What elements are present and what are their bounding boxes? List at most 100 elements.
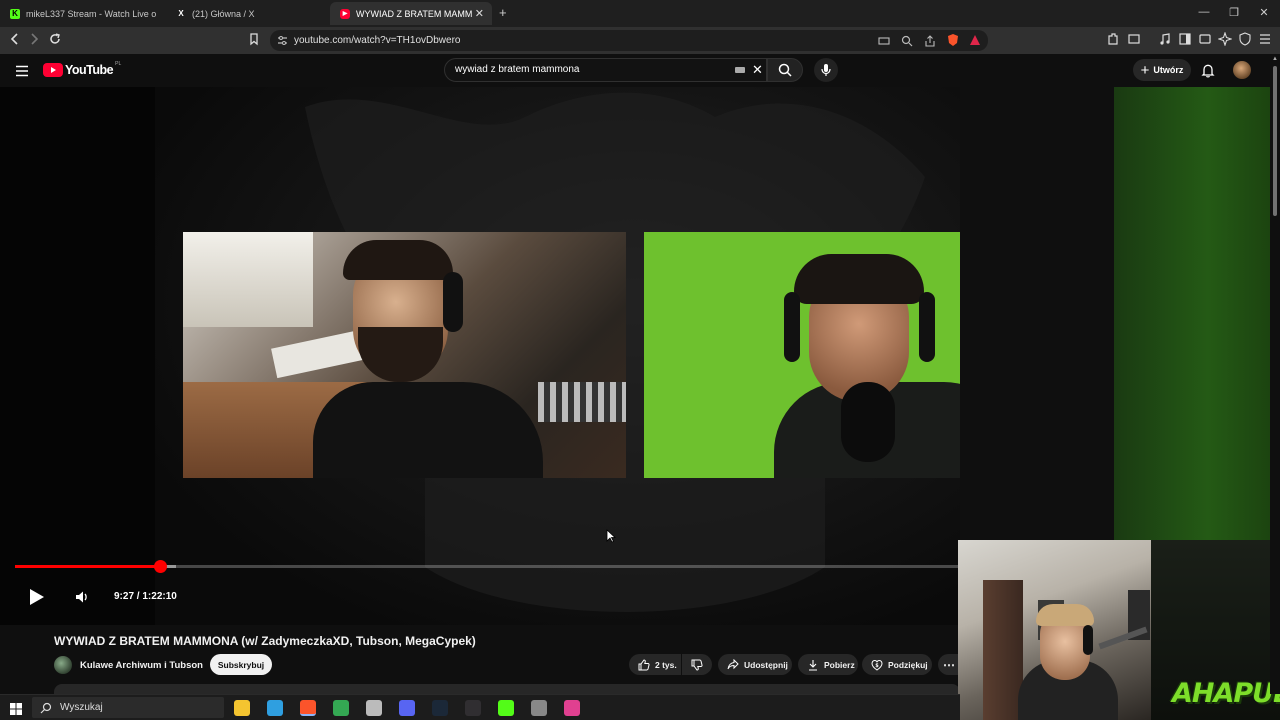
share-icon bbox=[727, 658, 739, 669]
play-icon bbox=[30, 589, 44, 605]
volume-button[interactable] bbox=[74, 589, 90, 610]
x-favicon-icon: X bbox=[178, 9, 184, 18]
more-icon: ⋯ bbox=[943, 657, 955, 672]
thumbs-up-icon bbox=[638, 658, 650, 670]
share-button[interactable]: Udostępnij bbox=[718, 654, 792, 675]
site-settings-icon[interactable] bbox=[277, 34, 288, 52]
search-input[interactable] bbox=[455, 64, 715, 75]
hair-graphic bbox=[1036, 604, 1094, 626]
microphone-graphic bbox=[841, 382, 895, 462]
headphones-graphic bbox=[1083, 625, 1093, 655]
progress-bar[interactable] bbox=[15, 560, 960, 573]
file-explorer-icon[interactable] bbox=[234, 700, 250, 716]
forward-icon[interactable] bbox=[28, 32, 40, 50]
description-box[interactable] bbox=[54, 684, 960, 694]
cast-icon[interactable] bbox=[878, 34, 890, 52]
like-button[interactable]: 2 tys. bbox=[629, 654, 681, 675]
page-scrollbar[interactable]: ▲ bbox=[1270, 54, 1280, 694]
person-body-graphic bbox=[313, 382, 543, 478]
voice-search-button[interactable] bbox=[814, 58, 838, 82]
create-label: Utwórz bbox=[1153, 65, 1184, 75]
play-button[interactable] bbox=[28, 587, 46, 612]
browser-tab[interactable]: K mikeL337 Stream - Watch Live o bbox=[0, 2, 160, 25]
close-window-icon[interactable]: ✕ bbox=[1257, 6, 1271, 19]
video-player[interactable]: 9:27 / 1:22:10 bbox=[0, 87, 960, 625]
address-bar-row: youtube.com/watch?v=TH1ovDbwero bbox=[0, 27, 1280, 54]
search-icon bbox=[40, 702, 52, 713]
left-camera-feed bbox=[183, 232, 626, 478]
notifications-icon[interactable] bbox=[1201, 63, 1215, 83]
steam-icon[interactable] bbox=[432, 700, 448, 716]
url-text: youtube.com/watch?v=TH1ovDbwero bbox=[294, 35, 461, 46]
share-page-icon[interactable] bbox=[924, 34, 936, 52]
guide-menu-icon[interactable] bbox=[15, 64, 29, 82]
back-icon[interactable] bbox=[9, 32, 21, 50]
wallet-icon[interactable] bbox=[1198, 32, 1212, 50]
bookmark-icon[interactable] bbox=[248, 32, 260, 50]
app-icon[interactable] bbox=[366, 700, 382, 716]
browser-tab[interactable]: X (21) Główna / X bbox=[166, 2, 326, 25]
obs-icon[interactable] bbox=[465, 700, 481, 716]
windows-taskbar: Wyszukaj bbox=[0, 694, 960, 720]
youtube-logo[interactable]: YouTube PL bbox=[43, 61, 121, 77]
kick-icon[interactable] bbox=[498, 700, 514, 716]
reload-icon[interactable] bbox=[48, 32, 62, 50]
menu-icon[interactable] bbox=[1258, 32, 1272, 50]
extensions-icon[interactable] bbox=[1106, 32, 1120, 50]
channel-name[interactable]: Kulawe Archiwum i Tubson bbox=[80, 660, 203, 671]
video-title: WYWIAD Z BRATEM MAMMONA (w/ ZadymeczkaXD… bbox=[54, 634, 476, 648]
create-button[interactable]: + Utwórz bbox=[1133, 59, 1191, 81]
new-tab-button[interactable]: + bbox=[499, 5, 507, 20]
youtube-logo-text: YouTube bbox=[65, 63, 114, 77]
more-actions-button[interactable]: ⋯ bbox=[938, 654, 960, 675]
kick-favicon-icon: K bbox=[10, 8, 20, 19]
microphone-icon bbox=[821, 64, 831, 76]
leo-ai-icon[interactable] bbox=[1217, 31, 1233, 50]
minimize-icon[interactable]: — bbox=[1197, 6, 1211, 18]
address-bar[interactable]: youtube.com/watch?v=TH1ovDbwero bbox=[270, 30, 988, 51]
sidebar-icon[interactable] bbox=[1178, 32, 1192, 50]
youtube-logo-icon bbox=[43, 63, 63, 77]
tab-title: (21) Główna / X bbox=[192, 8, 255, 19]
tab-title: mikeL337 Stream - Watch Live o bbox=[26, 8, 157, 19]
svg-text:$: $ bbox=[875, 662, 879, 668]
clear-search-icon[interactable]: ✕ bbox=[752, 62, 763, 78]
app-icon-2[interactable] bbox=[531, 700, 547, 716]
discord-icon[interactable] bbox=[399, 700, 415, 716]
close-tab-icon[interactable]: ✕ bbox=[475, 7, 484, 20]
edge-icon[interactable] bbox=[267, 700, 283, 716]
subscribe-button[interactable]: Subskrybuj bbox=[210, 654, 272, 675]
brave-shields-icon[interactable] bbox=[946, 33, 960, 52]
thanks-button[interactable]: $ Podziękuj bbox=[862, 654, 932, 675]
share-label: Udostępnij bbox=[744, 659, 788, 670]
app-icon-3[interactable] bbox=[564, 700, 580, 716]
download-button[interactable]: Pobierz bbox=[798, 654, 858, 675]
windows-start-icon[interactable] bbox=[10, 702, 22, 720]
brave-icon[interactable] bbox=[300, 700, 316, 716]
scroll-up-arrow-icon[interactable]: ▲ bbox=[1272, 56, 1278, 62]
headphones-graphic bbox=[784, 292, 800, 362]
headphones-graphic bbox=[443, 272, 463, 332]
time-display: 9:27 / 1:22:10 bbox=[114, 591, 177, 602]
keyboard-icon[interactable] bbox=[735, 67, 745, 73]
search-button[interactable] bbox=[767, 58, 803, 82]
search-box: ✕ bbox=[444, 58, 767, 82]
restore-icon[interactable]: ❐ bbox=[1227, 6, 1241, 19]
mouse-cursor-icon bbox=[606, 529, 617, 548]
vpn-icon[interactable] bbox=[1238, 32, 1252, 50]
chrome-icon[interactable] bbox=[333, 700, 349, 716]
zoom-icon[interactable] bbox=[901, 34, 913, 52]
avatar[interactable] bbox=[1233, 61, 1251, 79]
music-icon[interactable] bbox=[1158, 32, 1172, 50]
door-graphic bbox=[983, 580, 1023, 720]
channel-avatar[interactable] bbox=[54, 656, 72, 674]
taskbar-search[interactable]: Wyszukaj bbox=[32, 697, 224, 718]
scrollbar-thumb[interactable] bbox=[1273, 66, 1277, 216]
dislike-button[interactable] bbox=[682, 654, 712, 675]
youtube-favicon-icon: ▶ bbox=[340, 8, 350, 19]
thumbs-down-icon bbox=[691, 659, 703, 671]
brave-rewards-icon[interactable] bbox=[968, 33, 982, 52]
played-bar bbox=[15, 565, 161, 568]
screenshot-icon[interactable] bbox=[1127, 32, 1141, 50]
browser-tab-active[interactable]: ▶ WYWIAD Z BRATEM MAMMON/ ✕ bbox=[330, 2, 492, 25]
